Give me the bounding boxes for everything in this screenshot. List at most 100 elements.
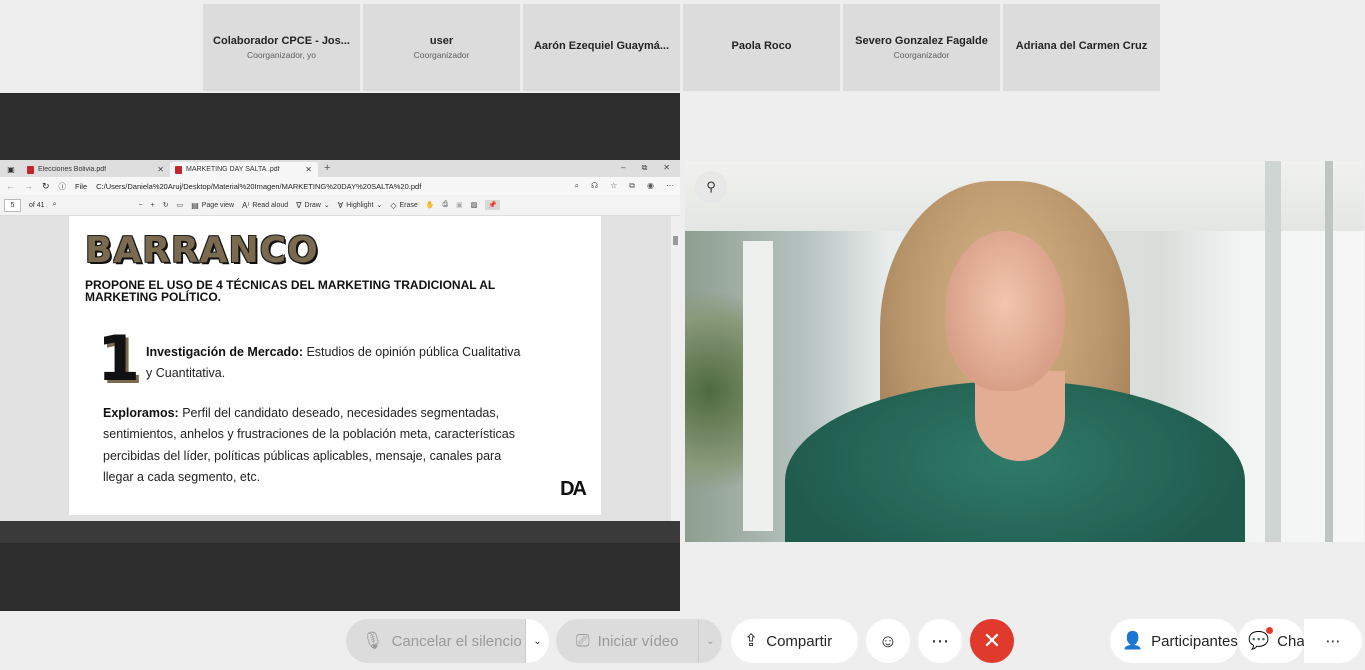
participant-tile[interactable]: Severo Gonzalez Fagalde Coorganizador: [843, 4, 1000, 91]
chevron-down-icon: ⌄: [323, 202, 330, 209]
participant-strip: Colaborador CPCE - Jos... Coorganizador,…: [203, 4, 1160, 91]
video-background: [1265, 161, 1281, 542]
highlight-icon: ∀: [337, 200, 344, 210]
page-view-icon: ▤: [191, 200, 199, 210]
tab-marketing: MARKETING DAY SALTA .pdf ✕: [170, 162, 318, 177]
more-actions-button[interactable]: ⋯: [1304, 619, 1362, 663]
slide-brand-title: BARRANCO: [85, 230, 319, 271]
reactions-button[interactable]: ☺: [866, 619, 910, 663]
slide-explore-text: Exploramos: Perfil del candidato deseado…: [103, 403, 533, 488]
zoom-in-icon: +: [150, 201, 155, 209]
close-icon: ✕: [305, 165, 312, 174]
search-icon: ⌕: [574, 181, 580, 190]
start-video-label: Iniciar vídeo: [597, 632, 679, 650]
browser-tab-bar: ▣ Elecciones Bolivia.pdf ✕ MARKETING DAY…: [0, 160, 680, 177]
highlight-label: Highlight: [346, 201, 374, 209]
more-options-button[interactable]: ⋯: [918, 619, 962, 663]
unmute-button[interactable]: 🎙 Cancelar el silencio ⌄: [346, 619, 549, 663]
pin-video-button[interactable]: ⚲: [695, 171, 727, 203]
pin-icon: ⚲: [706, 179, 716, 194]
page-number-box: 5: [4, 198, 21, 212]
close-icon: ✕: [982, 628, 1002, 653]
participant-role: Coorganizador: [893, 50, 950, 60]
audio-options-chevron-icon[interactable]: ⌄: [525, 619, 549, 663]
page-count: of 41: [29, 201, 45, 209]
save-icon: ▣: [456, 202, 463, 209]
shared-screen: ▣ Elecciones Bolivia.pdf ✕ MARKETING DAY…: [0, 93, 680, 611]
presentation-slide: BARRANCO PROPONE EL USO DE 4 TÉCNICAS DE…: [69, 216, 601, 515]
zoom-out-icon: −: [138, 201, 143, 209]
chevron-down-icon: ⌄: [376, 202, 383, 209]
draw-icon: ∇: [296, 200, 302, 210]
erase-label: Erase: [399, 201, 418, 209]
speaker-video: ⚲: [685, 161, 1364, 542]
read-aloud-label: Read aloud: [252, 201, 289, 209]
person-icon: 👤: [1122, 631, 1144, 650]
slide-point-text: Investigación de Mercado: Estudios de op…: [146, 342, 526, 384]
explore-title: Exploramos:: [103, 406, 179, 420]
unmute-label: Cancelar el silencio: [391, 632, 522, 650]
highlight-tool: ∀ Highlight ⌄: [338, 201, 383, 210]
pdf-scrollbar: [671, 216, 680, 521]
participants-button[interactable]: 👤 Participantes: [1110, 619, 1238, 663]
reader-icon: ☊: [591, 181, 599, 190]
participant-name: Aarón Ezequiel Guaymá...: [533, 40, 670, 52]
find-icon: ⌕: [52, 201, 57, 208]
tab-label: Elecciones Bolivia.pdf: [38, 166, 107, 173]
microphone-off-icon: 🎙: [362, 631, 384, 650]
erase-tool: ◇ Erase: [390, 201, 417, 210]
participant-tile[interactable]: Aarón Ezequiel Guaymá...: [523, 4, 680, 91]
window-controls: – ⧉ ✕: [621, 163, 680, 177]
tab-actions-icon: ▣: [7, 165, 15, 174]
pdf-icon: [27, 165, 34, 174]
participant-tile[interactable]: Colaborador CPCE - Jos... Coorganizador,…: [203, 4, 360, 91]
close-icon: ✕: [157, 165, 164, 174]
pdf-icon: [175, 165, 182, 174]
participant-name: Severo Gonzalez Fagalde: [855, 35, 988, 47]
more-icon: ⋯: [666, 181, 674, 190]
participant-tile[interactable]: Paola Roco: [683, 4, 840, 91]
forward-icon: →: [24, 181, 33, 191]
participant-tile[interactable]: user Coorganizador: [363, 4, 520, 91]
participant-name: Paola Roco: [731, 40, 792, 52]
tab-label: MARKETING DAY SALTA .pdf: [186, 166, 280, 173]
participants-label: Participantes: [1151, 632, 1238, 650]
close-window-icon: ✕: [663, 163, 670, 172]
emoji-icon: ☺: [878, 630, 898, 651]
camera-off-icon: ⎚: [576, 631, 590, 650]
more-icon: ⋯: [931, 630, 949, 651]
video-background: [743, 241, 773, 531]
pdf-toolbar: 5 of 41 ⌕ − + ↻ ▭ ▤ Page view A⁾ Read alou…: [0, 195, 680, 216]
minimize-icon: –: [621, 163, 626, 172]
share-label: Compartir: [766, 632, 833, 650]
restore-icon: ⧉: [641, 163, 648, 172]
point-title: Investigación de Mercado:: [146, 345, 303, 359]
leave-meeting-button[interactable]: ✕: [970, 619, 1014, 663]
chat-button[interactable]: 💬 Chat: [1238, 619, 1309, 663]
start-video-button[interactable]: ⎚ Iniciar vídeo ⌄: [556, 619, 722, 663]
pin-toolbar-icon: 📌: [485, 200, 501, 210]
participant-tile[interactable]: Adriana del Carmen Cruz: [1003, 4, 1160, 91]
video-options-chevron-icon[interactable]: ⌄: [698, 619, 722, 663]
info-icon: ⓘ: [58, 181, 67, 191]
participant-role: Coorganizador, yo: [247, 50, 316, 60]
participant-role: Coorganizador: [413, 50, 470, 60]
video-background: [685, 271, 745, 511]
slide-point-number: 1: [97, 322, 141, 395]
page-view-tool: ▤ Page view: [191, 201, 234, 210]
pdf-viewer-area: BARRANCO PROPONE EL USO DE 4 TÉCNICAS DE…: [0, 216, 680, 521]
share-button[interactable]: ⇪ Compartir: [731, 619, 858, 663]
read-aloud-tool: A⁾ Read aloud: [242, 201, 288, 210]
tab-elecciones: Elecciones Bolivia.pdf ✕: [22, 162, 170, 177]
draw-label: Draw: [304, 201, 321, 209]
video-background: [1325, 161, 1333, 542]
collections-icon: ⧉: [629, 181, 636, 190]
meeting-controls: 🎙 Cancelar el silencio ⌄ ⎚ Iniciar vídeo…: [0, 619, 1365, 663]
slide-subtitle: PROPONE EL USO DE 4 TÉCNICAS DEL MARKETI…: [85, 278, 496, 304]
erase-icon: ◇: [390, 200, 397, 210]
speaker-figure: [945, 231, 1065, 391]
participant-name: Colaborador CPCE - Jos...: [213, 35, 350, 47]
back-icon: ←: [6, 181, 15, 191]
shared-screen-taskbar: [0, 521, 680, 543]
url-text: C:/Users/Daniela%20Aruj/Desktop/Material…: [96, 181, 422, 191]
